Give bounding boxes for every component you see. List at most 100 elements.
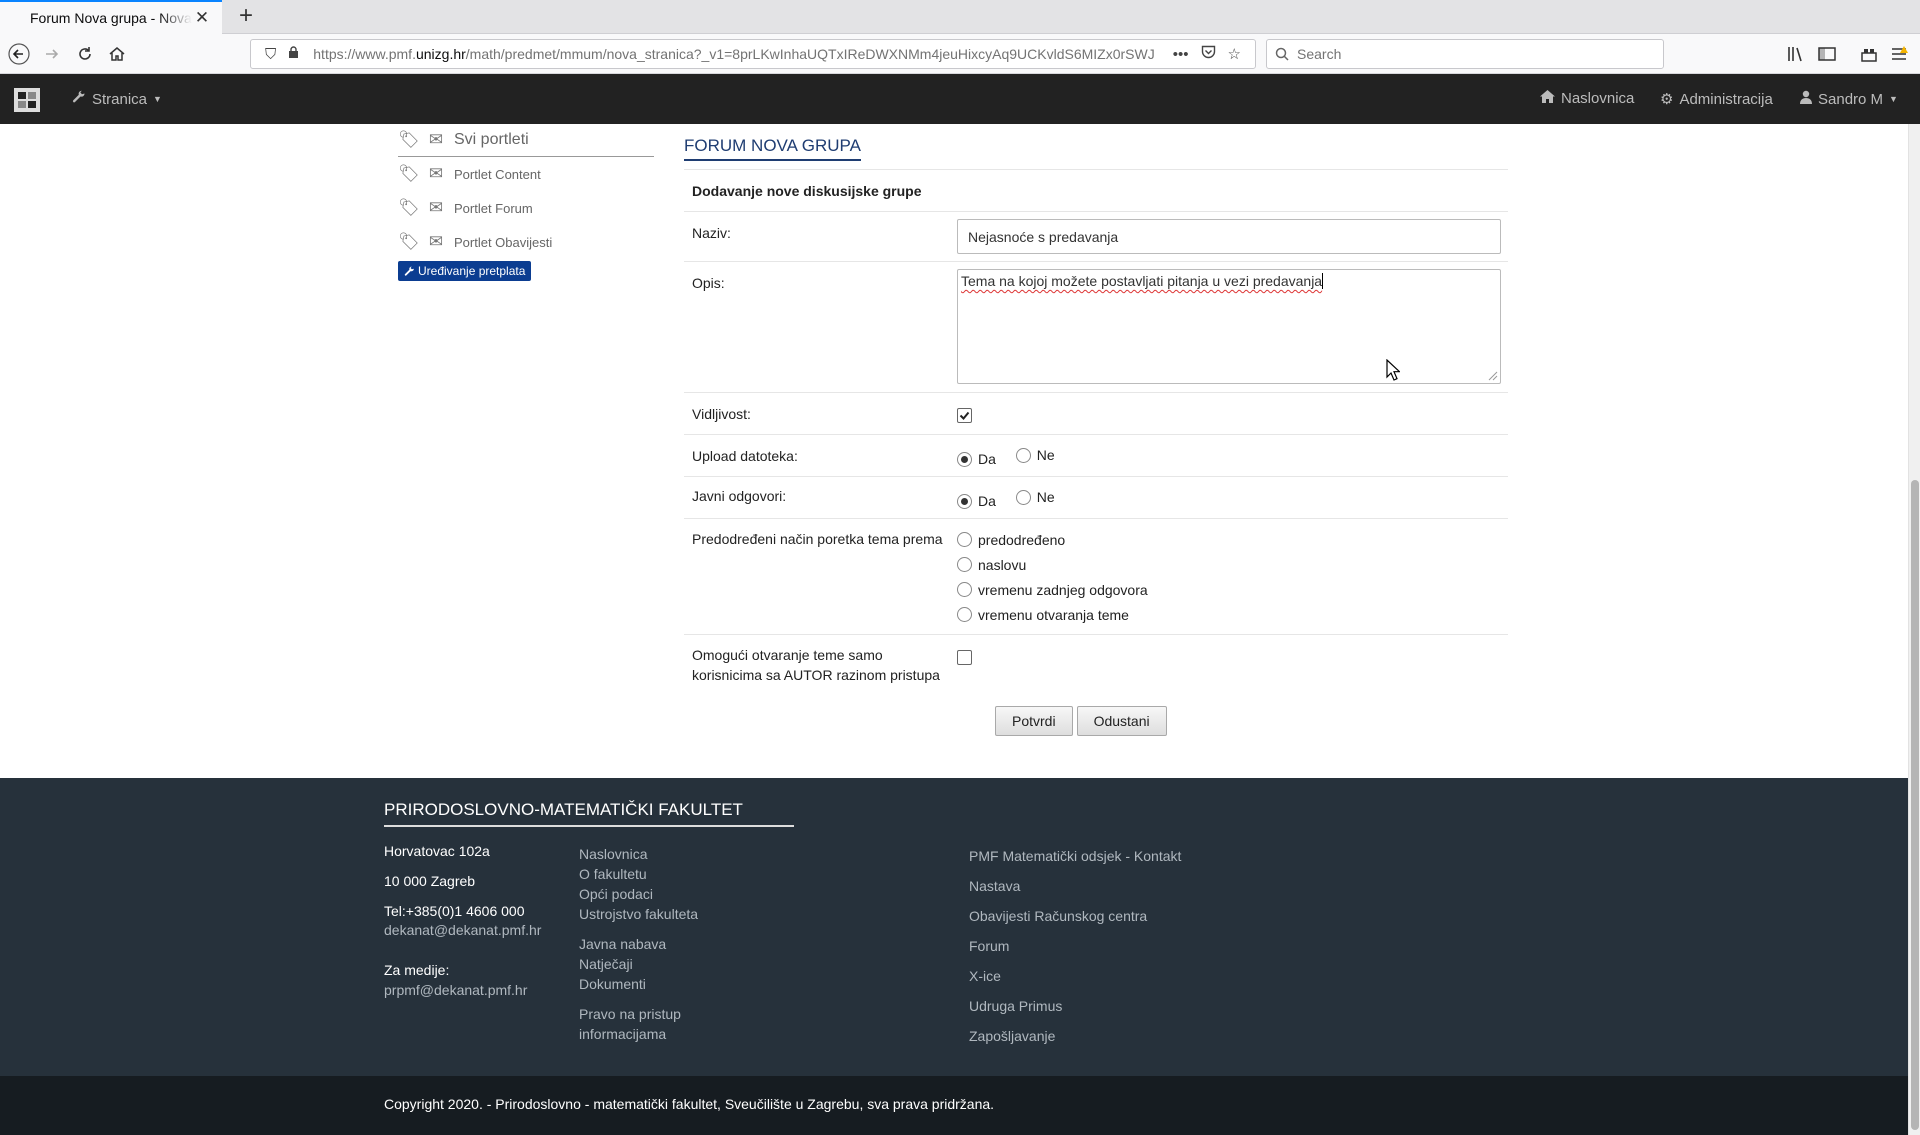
wrench-icon — [72, 90, 86, 108]
new-tab-icon[interactable]: + — [232, 3, 260, 31]
upload-ne-radio[interactable] — [1015, 447, 1031, 463]
shield-icon[interactable]: ⛉ — [265, 46, 276, 63]
javni-da-option[interactable]: Da — [957, 493, 996, 509]
javni-ne-radio[interactable] — [1015, 489, 1031, 505]
site-navbar: Stranica ▼ Naslovnica ⚙ Administracija S… — [0, 74, 1920, 124]
footer-city: 10 000 Zagreb — [384, 873, 476, 889]
pocket-icon[interactable] — [1201, 45, 1216, 63]
footer-email-link[interactable]: dekanat@dekanat.pmf.hr — [384, 920, 541, 940]
footer-link[interactable]: Pravo na pristup — [579, 1004, 698, 1024]
opis-text: Tema na kojoj možete postavljati pitanja… — [961, 273, 1323, 289]
javni-label: Javni odgovori: — [692, 488, 787, 504]
submit-button[interactable]: Potvrdi — [995, 706, 1073, 736]
site-logo-icon[interactable] — [14, 88, 40, 112]
sidebar-item-svi-portleti[interactable]: 🏷 ✉ Svi portleti — [398, 124, 654, 157]
home-icon[interactable] — [102, 39, 132, 69]
autor-checkbox[interactable] — [957, 649, 972, 665]
home-icon — [1540, 90, 1555, 107]
lock-icon[interactable] — [288, 45, 299, 63]
cancel-button[interactable]: Odustani — [1076, 706, 1167, 736]
edit-subscriptions-button[interactable]: Uređivanje pretplata — [398, 261, 532, 281]
poredak-radio[interactable] — [957, 557, 972, 572]
footer-link[interactable]: Nastava — [969, 871, 1181, 901]
menu-icon[interactable] — [1888, 43, 1910, 65]
sidebar-item-portlet-forum[interactable]: 🏷 ✉ Portlet Forum — [398, 191, 654, 225]
radio-label: Ne — [1036, 489, 1055, 505]
bookmark-star-icon[interactable]: ☆ — [1228, 45, 1241, 63]
radio-label: Da — [978, 451, 996, 467]
sidebar-item-portlet-obavijesti[interactable]: 🏷 ✉ Portlet Obavijesti — [398, 225, 654, 259]
footer-link[interactable]: Natječaji — [579, 954, 698, 974]
page-scrollbar[interactable] — [1908, 124, 1920, 1135]
sidebar-icon[interactable] — [1816, 43, 1838, 65]
page-actions-icon[interactable]: ••• — [1173, 46, 1189, 63]
form-subheading: Dodavanje nove diskusijske grupe — [684, 170, 1508, 212]
copyright-text: Copyright 2020. - Prirodoslovno - matema… — [384, 1096, 995, 1112]
javni-da-radio[interactable] — [957, 493, 972, 509]
radio-label: Ne — [1036, 447, 1055, 463]
poredak-option[interactable]: vremenu zadnjeg odgovora — [957, 577, 1148, 602]
opis-textarea[interactable]: Tema na kojoj možete postavljati pitanja… — [957, 269, 1501, 384]
poredak-option[interactable]: naslovu — [957, 552, 1148, 577]
search-icon — [1275, 47, 1289, 61]
footer-media-email-link[interactable]: prpmf@dekanat.pmf.hr — [384, 980, 541, 1000]
reload-icon[interactable] — [70, 39, 100, 69]
text-caret — [1322, 273, 1324, 289]
stranica-menu[interactable]: Stranica ▼ — [72, 90, 162, 108]
radio-label: vremenu otvaranja teme — [978, 606, 1129, 623]
naslovnica-link[interactable]: Naslovnica — [1540, 90, 1634, 107]
footer-link[interactable]: Opći podaci — [579, 884, 698, 904]
mouse-cursor-icon — [1386, 359, 1400, 381]
poredak-option[interactable]: vremenu otvaranja teme — [957, 602, 1148, 627]
portlet-sidebar: 🏷 ✉ Svi portleti 🏷 ✉ Portlet Content 🏷 ✉… — [398, 124, 654, 281]
footer-link[interactable]: X-ice — [969, 961, 1181, 991]
footer-links-right: PMF Matematički odsjek - Kontakt Nastava… — [969, 841, 1181, 1051]
sidebar-item-portlet-content[interactable]: 🏷 ✉ Portlet Content — [398, 157, 654, 191]
browser-tab-bar: Forum Nova grupa - Nova stranica ✕ + — [0, 0, 1920, 34]
scrollbar-thumb[interactable] — [1911, 480, 1919, 1130]
extensions-icon[interactable] — [1858, 43, 1880, 65]
upload-da-radio[interactable] — [957, 451, 972, 467]
footer-title: PRIRODOSLOVNO-MATEMATIČKI FAKULTET — [384, 800, 794, 827]
gear-icon: ⚙ — [1660, 91, 1674, 108]
footer-link[interactable]: Forum — [969, 931, 1181, 961]
poredak-radio[interactable] — [957, 607, 972, 622]
envelope-icon: ✉ — [428, 232, 444, 251]
library-icon[interactable] — [1785, 43, 1807, 65]
footer-link[interactable]: Dokumenti — [579, 974, 698, 994]
tab-close-icon[interactable]: ✕ — [192, 8, 212, 28]
javni-ne-option[interactable]: Ne — [1015, 489, 1055, 505]
user-menu[interactable]: Sandro M ▼ — [1800, 90, 1898, 108]
upload-ne-option[interactable]: Ne — [1015, 447, 1055, 463]
checkmark-icon — [959, 411, 970, 420]
caret-down-icon: ▼ — [1889, 94, 1898, 104]
url-bar[interactable]: ⛉ https://www.pmf.unizg.hr/math/predmet/… — [250, 39, 1256, 69]
browser-tab-active[interactable]: Forum Nova grupa - Nova stranica ✕ — [0, 0, 222, 34]
vidljivost-checkbox[interactable] — [957, 407, 972, 423]
tags-icon: 🏷 — [398, 232, 420, 251]
autor-label: Omogući otvaranje teme samo korisnicima … — [692, 647, 940, 683]
poredak-radio[interactable] — [957, 582, 972, 597]
poredak-radio[interactable] — [957, 532, 972, 547]
footer-link[interactable]: Ustrojstvo fakulteta — [579, 904, 698, 924]
footer-link[interactable]: Zapošljavanje — [969, 1021, 1181, 1051]
envelope-icon: ✉ — [428, 164, 444, 183]
naziv-input[interactable]: Nejasnoće s predavanja — [957, 219, 1501, 254]
footer-link[interactable]: Naslovnica — [579, 844, 698, 864]
poredak-option[interactable]: predodređeno — [957, 527, 1148, 552]
search-bar[interactable]: Search — [1266, 39, 1664, 69]
back-icon[interactable] — [4, 39, 34, 69]
sidebar-item-label: Portlet Forum — [454, 200, 533, 216]
footer-link[interactable]: Udruga Primus — [969, 991, 1181, 1021]
tags-icon: 🏷 — [398, 164, 420, 183]
forward-icon[interactable] — [37, 39, 67, 69]
tags-icon: 🏷 — [398, 198, 420, 217]
resize-handle-icon[interactable] — [1488, 371, 1498, 381]
footer-link[interactable]: Javna nabava — [579, 934, 698, 954]
footer-link[interactable]: O fakultetu — [579, 864, 698, 884]
upload-da-option[interactable]: Da — [957, 451, 996, 467]
footer-link[interactable]: informacijama — [579, 1024, 698, 1044]
administracija-link[interactable]: ⚙ Administracija — [1660, 90, 1773, 109]
footer-link[interactable]: Obavijesti Računskog centra — [969, 901, 1181, 931]
footer-link[interactable]: PMF Matematički odsjek - Kontakt — [969, 841, 1181, 871]
